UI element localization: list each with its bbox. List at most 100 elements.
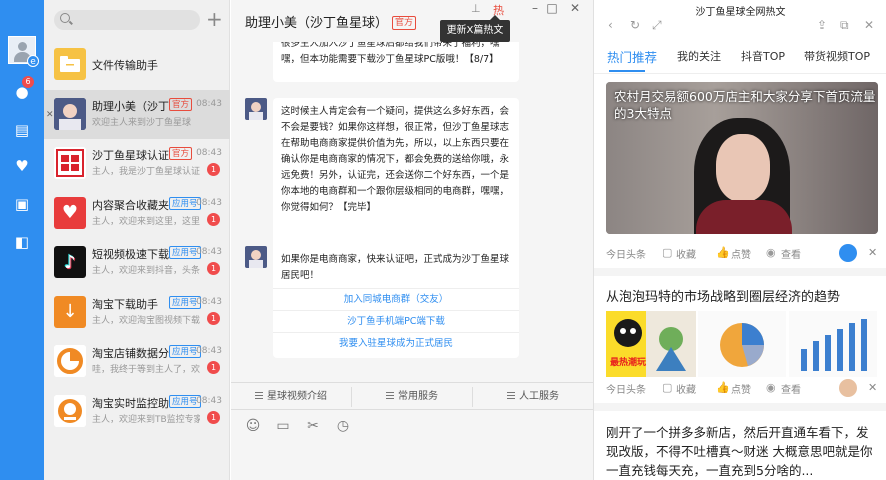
scissors-icon[interactable]: ✂ <box>305 418 321 434</box>
chat-time: 08:43 <box>196 395 222 406</box>
unread-badge: 1 <box>207 410 220 424</box>
thumbs-up-icon[interactable]: 👍 <box>716 381 730 394</box>
chat-list-item[interactable]: ↓ 淘宝下载助手 应用号 08:43 主人，欢迎淘宝图视频下载 1 <box>44 288 230 338</box>
message-text: 这时候主人肯定会有一个疑问，提供这么多好东西，会不会是要钱？如果你这样想，很正常… <box>281 106 510 213</box>
unread-badge: 1 <box>207 212 220 226</box>
close-button[interactable]: ✕ <box>567 1 583 15</box>
folder-icon[interactable]: ▭ <box>275 418 291 434</box>
toolbar-label: 星球视频介绍 <box>267 391 327 402</box>
chat-list-item[interactable]: 淘宝实时监控助手应用号08:43主人，欢迎来到TB监控专家1 <box>44 387 230 437</box>
human-service-button[interactable]: 人工服务 <box>473 383 593 410</box>
chat-name: 助理小美（沙丁鱼星球） <box>92 99 170 113</box>
chat-list-item[interactable]: ♪ 短视频极速下载 应用号 08:43 主人，欢迎来到抖音，头条 1 <box>44 238 230 288</box>
source-label: 今日头条 <box>606 385 646 396</box>
add-button[interactable]: + <box>206 9 223 29</box>
chat-time: 08:43 <box>196 296 222 307</box>
view-label[interactable]: 查看 <box>781 381 801 396</box>
unread-badge: 1 <box>207 262 220 275</box>
divider <box>594 403 886 411</box>
collect-label[interactable]: 收藏 <box>676 381 696 396</box>
chat-name: 淘宝店铺数据分析 <box>92 347 170 360</box>
maximize-button[interactable]: □ <box>544 1 560 15</box>
view-label[interactable]: 查看 <box>781 246 801 261</box>
tab-following[interactable]: 我的关注 <box>677 48 721 64</box>
chat-preview: 主人，欢迎来到抖音，头条 <box>92 266 200 276</box>
chat-list-item[interactable]: ♥ 内容聚合收藏夹 应用号 08:43 主人，欢迎来到这里，这里是 1 <box>44 189 230 239</box>
heart-icon[interactable]: ♥ <box>14 158 30 174</box>
expand-icon[interactable]: ⤢ <box>652 18 662 33</box>
common-services-button[interactable]: 常用服务 <box>352 383 472 410</box>
account-type-tag: 官方 <box>169 97 193 111</box>
certify-stamp-icon <box>54 147 86 179</box>
new-window-icon[interactable]: ⧉ <box>840 18 849 33</box>
pin-icon[interactable]: ⊥ <box>471 2 481 15</box>
message-text: 很多主人加入沙丁鱼星球后都给我们带来了福利，嘿嘿，但本功能需要下载沙丁鱼星球PC… <box>281 42 500 65</box>
article-thumbnails[interactable]: 最热潮玩 扭蛋人气 <box>606 311 878 377</box>
chat-name: 文件传输助手 <box>92 59 158 72</box>
minimize-button[interactable]: – <box>527 1 543 15</box>
book-icon[interactable]: ▤ <box>14 122 30 138</box>
intro-video-button[interactable]: 星球视频介绍 <box>231 383 351 410</box>
article-title[interactable]: 从泡泡玛特的市场战略到圈层经济的趋势 <box>606 286 878 305</box>
download-arrow-icon: ↓ <box>54 295 86 328</box>
app-window: e ● 6 ▤ ♥ ▣ ◧ + 文件传输助手助理小美（沙丁鱼星球）官方08:43… <box>0 0 886 480</box>
chat-preview: 欢迎主人来到沙丁鱼星球 <box>92 117 192 128</box>
close-chat-icon[interactable]: ✕ <box>46 110 54 120</box>
chat-list-item[interactable]: 淘宝店铺数据分析应用号08:43哇，我终于等到主人了，欢迎1 <box>44 337 230 387</box>
article-snippet[interactable]: 刚开了一个拼多多新店，然后开直通车看下，发现改版，不得不吐槽真～财迷 大概意思吧… <box>606 423 880 480</box>
refresh-icon[interactable]: ↻ <box>630 18 640 32</box>
dismiss-icon[interactable]: ✕ <box>868 246 877 259</box>
eye-icon[interactable]: ◉ <box>766 246 776 259</box>
message-bubble: 如果你是电商商家，快来认证吧，正式成为沙丁鱼星球居民吧！ <box>273 246 519 288</box>
dismiss-icon[interactable]: ✕ <box>868 381 877 394</box>
user-avatar[interactable]: e <box>8 36 39 67</box>
left-rail: e ● 6 ▤ ♥ ▣ ◧ <box>0 0 44 480</box>
collect-icon[interactable]: ▢ <box>662 381 672 394</box>
share-icon[interactable]: ⇪ <box>817 18 827 32</box>
chat-pane: 助理小美（沙丁鱼星球） 官方 ⊥ 热 更新X篇热文 – □ ✕ 很多主人加入沙丁鱼… <box>231 0 593 480</box>
article-card-image[interactable]: 农村月交易额600万店主和大家分享下首页流量的3大特点 <box>606 82 878 234</box>
chat-preview: 主人，欢迎来到这里，这里是 <box>92 216 200 227</box>
download-app-link[interactable]: 沙丁鱼手机端PC端下载 <box>273 310 519 332</box>
like-label[interactable]: 点赞 <box>731 246 751 261</box>
close-icon[interactable]: ✕ <box>864 18 874 32</box>
monitor-icon <box>54 394 86 427</box>
menu-icon <box>386 392 394 399</box>
collect-icon[interactable]: ▢ <box>662 246 672 259</box>
tab-sales-video-top[interactable]: 带货视频TOP <box>804 48 870 64</box>
unread-badge: 1 <box>207 361 220 374</box>
like-label[interactable]: 点赞 <box>731 381 751 396</box>
heart-icon: ♥ <box>54 196 86 229</box>
tooltip: 更新X篇热文 <box>440 15 510 42</box>
thumbs-up-icon[interactable]: 👍 <box>716 246 730 259</box>
robot-icon[interactable]: ▣ <box>14 196 30 212</box>
chat-toolbar: 星球视频介绍 常用服务 人工服务 <box>231 382 593 410</box>
girl-avatar <box>54 97 86 130</box>
join-local-group-link[interactable]: 加入同城电商群（交友） <box>273 288 519 310</box>
unread-badge: 6 <box>22 76 34 88</box>
thumbnail-poster <box>646 311 696 377</box>
toolbox-icon[interactable]: ◧ <box>14 234 30 250</box>
chat-list: 文件传输助手助理小美（沙丁鱼星球）官方 08:43 欢迎主人来到沙丁鱼星球 ✕ 沙丁鱼星… <box>44 40 230 436</box>
back-icon[interactable]: ‹ <box>608 18 613 32</box>
tab-douyin-top[interactable]: 抖音TOP <box>741 48 785 64</box>
chat-list-item[interactable]: 助理小美（沙丁鱼星球）官方08:43 欢迎主人来到沙丁鱼星球 ✕ <box>44 89 230 139</box>
collect-label[interactable]: 收藏 <box>676 246 696 261</box>
emoji-icon[interactable]: ☺ <box>245 418 261 434</box>
search-input[interactable] <box>54 10 200 30</box>
toolbar-label: 常用服务 <box>398 391 438 402</box>
eye-icon[interactable]: ◉ <box>766 381 776 394</box>
chat-time: 08:43 <box>196 247 222 257</box>
unread-badge: 1 <box>207 311 220 325</box>
tab-hot[interactable]: 热门推荐 <box>607 47 657 66</box>
article-meta: 今日头条 ▢ 收藏 👍 点赞 ◉ 查看 ✕ <box>606 246 878 262</box>
toolbar-label: 人工服务 <box>519 391 559 402</box>
chat-list-item[interactable]: 文件传输助手 <box>44 40 230 90</box>
become-resident-link[interactable]: 我要入驻星球成为正式居民 <box>273 332 519 354</box>
chat-list-pane: + 文件传输助手助理小美（沙丁鱼星球）官方 08:43 欢迎主人来到沙丁鱼星球 ✕ 沙丁… <box>44 0 230 480</box>
clock-icon[interactable]: ◷ <box>335 418 351 434</box>
thumbnail-bar-chart <box>789 311 877 377</box>
official-tag: 官方 <box>392 16 417 30</box>
chat-list-item[interactable]: 沙丁鱼星球认证 官方 08:43 主人，我是沙丁鱼星球认证 1 <box>44 139 230 189</box>
message-bubble: 很多主人加入沙丁鱼星球后都给我们带来了福利，嘿嘿，但本功能需要下载沙丁鱼星球PC… <box>273 42 519 82</box>
